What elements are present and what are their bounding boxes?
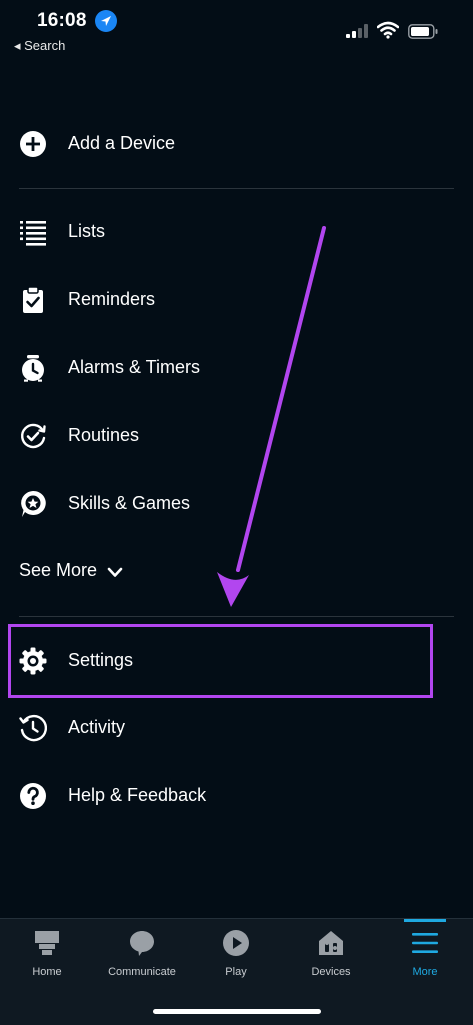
tab-label: Devices (311, 966, 351, 978)
cellular-signal-icon (346, 24, 368, 38)
menu-item-label: Reminders (68, 289, 156, 309)
routines-icon (20, 423, 46, 449)
chevron-down-icon (107, 567, 123, 577)
tab-home[interactable]: Home (0, 919, 94, 989)
menu-item-label: Alarms & Timers (68, 357, 201, 377)
home-indicator (153, 1009, 321, 1014)
menu-item-lists[interactable]: Lists (0, 202, 473, 262)
menu-icon (412, 933, 438, 953)
add-circle-icon (20, 131, 46, 157)
menu-item-alarms-timers[interactable]: Alarms & Timers (0, 338, 473, 398)
chat-bubble-icon (130, 931, 154, 956)
menu-item-add-device[interactable]: Add a Device (0, 114, 473, 174)
tab-more[interactable]: More (378, 919, 472, 989)
menu-item-reminders[interactable]: Reminders (0, 270, 473, 330)
play-icon (223, 930, 249, 956)
menu-item-label: Activity (68, 717, 126, 737)
status-time: 16:08 (37, 10, 87, 31)
back-to-search-link[interactable]: ◂ Search (14, 38, 65, 54)
help-circle-icon (20, 783, 46, 809)
battery-icon (408, 24, 438, 39)
wifi-icon (377, 21, 399, 39)
see-more-label: See More (19, 560, 98, 580)
list-icon (20, 221, 46, 246)
menu-item-label: Skills & Games (68, 493, 191, 513)
tab-label: More (412, 966, 438, 978)
tab-communicate[interactable]: Communicate (95, 919, 189, 989)
menu-item-label: Routines (68, 425, 140, 445)
menu-item-label: Lists (68, 221, 106, 241)
tab-label: Home (32, 966, 62, 978)
tab-label: Play (225, 966, 247, 978)
clipboard-check-icon (23, 286, 43, 313)
see-more-toggle[interactable]: See More (19, 560, 123, 586)
menu-item-label: Help & Feedback (68, 785, 207, 805)
settings-highlight-box (8, 624, 433, 698)
divider (19, 188, 454, 189)
devices-icon (319, 931, 343, 955)
menu-item-skills-games[interactable]: Skills & Games (0, 474, 473, 534)
tab-devices[interactable]: Devices (284, 919, 378, 989)
skills-icon (21, 490, 46, 517)
home-icon (35, 931, 59, 955)
menu-item-routines[interactable]: Routines (0, 406, 473, 466)
menu-item-activity[interactable]: Activity (0, 698, 473, 758)
history-clock-icon (19, 714, 47, 742)
alarm-clock-icon (22, 355, 44, 382)
menu-item-help-feedback[interactable]: Help & Feedback (0, 766, 473, 826)
menu-item-label: Add a Device (68, 133, 176, 153)
divider (19, 616, 454, 617)
tab-play[interactable]: Play (189, 919, 283, 989)
location-arrow-icon (95, 10, 117, 32)
tab-label: Communicate (108, 966, 176, 978)
